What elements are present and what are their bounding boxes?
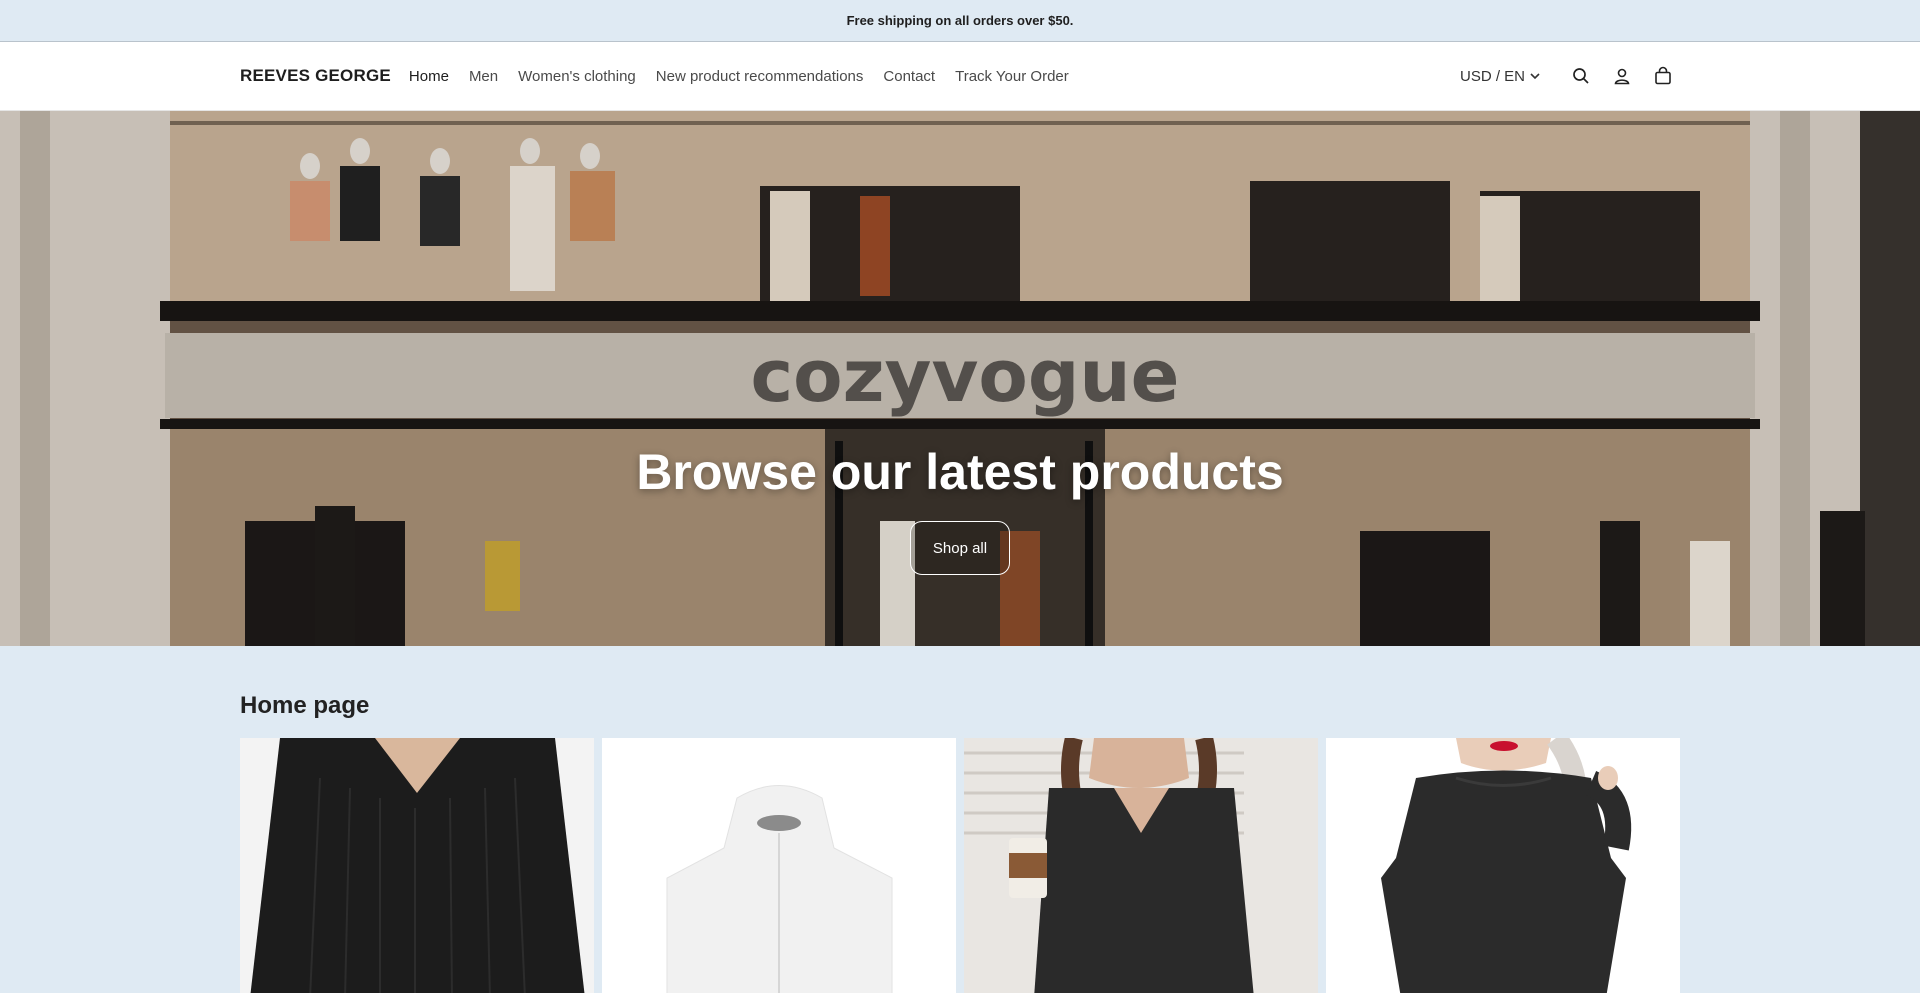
- nav-womens-clothing[interactable]: Women's clothing: [508, 68, 646, 85]
- home-page-section: Home page: [0, 646, 1920, 993]
- product-image-white-hoodie: [602, 738, 956, 993]
- account-icon: [1614, 68, 1630, 85]
- nav-new-products[interactable]: New product recommendations: [646, 68, 874, 85]
- store-logo[interactable]: REEVES GEORGE: [240, 66, 391, 86]
- nav-contact[interactable]: Contact: [873, 68, 945, 85]
- product-card-white-hoodie[interactable]: [602, 738, 956, 993]
- cart-button[interactable]: [1646, 59, 1680, 93]
- product-grid: [240, 738, 1680, 993]
- product-image-woman-vneck: [964, 738, 1318, 993]
- hero-banner: cozyvogue Browse our latest products Sho…: [0, 111, 1920, 646]
- product-card-woman-crewneck[interactable]: [1326, 738, 1680, 993]
- nav-men[interactable]: Men: [459, 68, 508, 85]
- locale-selector[interactable]: USD / EN: [1460, 68, 1541, 85]
- nav-home[interactable]: Home: [399, 68, 459, 85]
- main-nav: Home Men Women's clothing New product re…: [399, 68, 1079, 85]
- shop-all-button[interactable]: Shop all: [910, 521, 1010, 575]
- site-header: REEVES GEORGE Home Men Women's clothing …: [0, 42, 1920, 111]
- announcement-bar: Free shipping on all orders over $50.: [0, 0, 1920, 42]
- account-button[interactable]: [1605, 59, 1639, 93]
- search-button[interactable]: [1564, 59, 1598, 93]
- hero-title: Browse our latest products: [636, 444, 1284, 500]
- announcement-text: Free shipping on all orders over $50.: [846, 13, 1074, 28]
- product-card-black-sweater[interactable]: [240, 738, 594, 993]
- cart-icon: [1655, 66, 1671, 85]
- product-image-black-sweater: [240, 738, 594, 993]
- search-icon: [1573, 68, 1589, 84]
- chevron-down-icon: [1530, 73, 1540, 80]
- locale-label: USD / EN: [1459, 67, 1525, 85]
- section-title: Home page: [240, 692, 370, 719]
- nav-track-order[interactable]: Track Your Order: [945, 68, 1079, 85]
- product-image-woman-crewneck: [1326, 738, 1680, 993]
- product-card-woman-vneck[interactable]: [964, 738, 1318, 993]
